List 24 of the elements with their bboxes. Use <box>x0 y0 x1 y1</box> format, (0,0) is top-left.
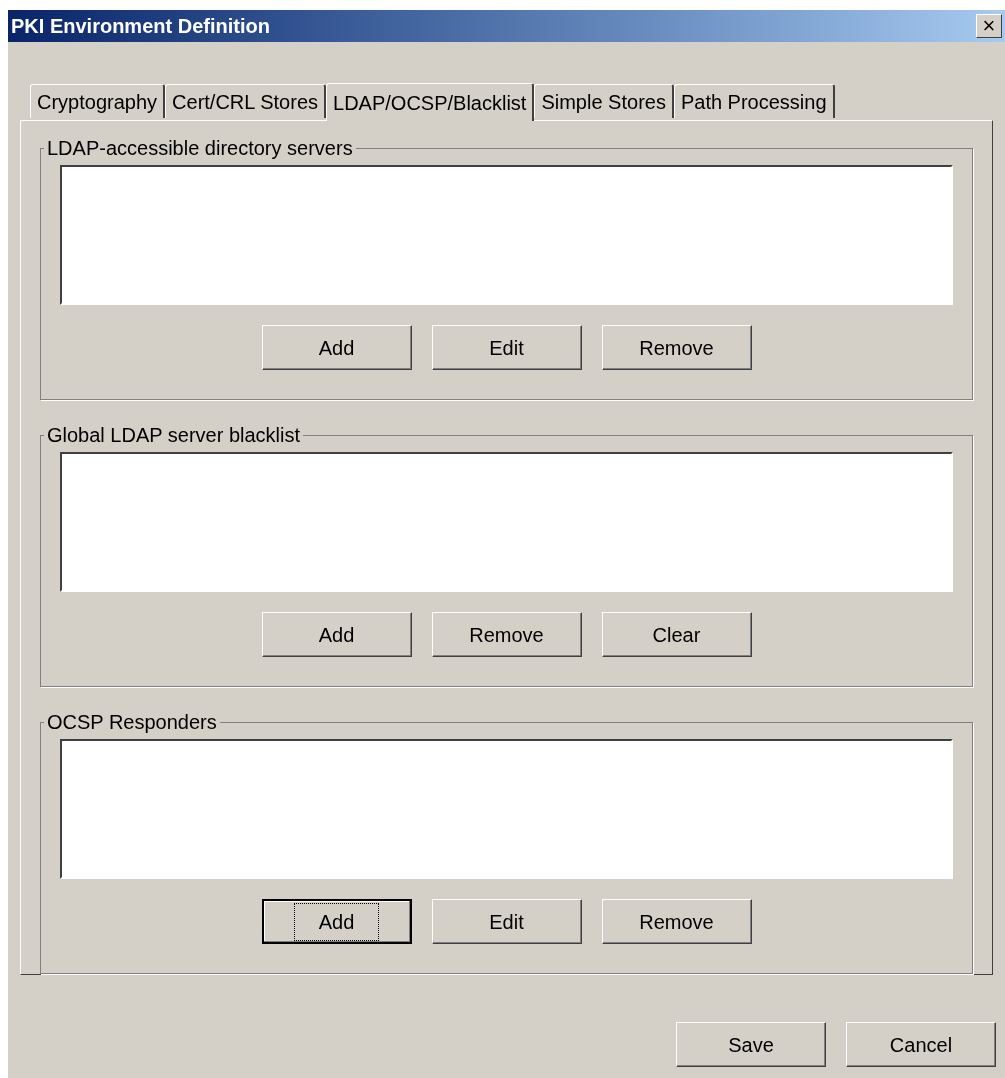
dialog-button[interactable]: Add <box>261 899 412 944</box>
group-label: LDAP-accessible directory servers <box>46 136 354 161</box>
dialog-button[interactable]: Edit <box>431 899 582 944</box>
dialog-button[interactable]: Add <box>261 612 412 657</box>
dialog-button[interactable]: Cancel <box>846 1022 996 1067</box>
dialog-button[interactable]: Remove <box>601 325 752 370</box>
dialog-button[interactable]: Clear <box>601 612 752 657</box>
group-label: OCSP Responders <box>46 710 218 735</box>
list-box[interactable] <box>60 165 953 305</box>
tab[interactable]: Cryptography <box>30 84 166 118</box>
dialog-button[interactable]: Remove <box>431 612 582 657</box>
tab[interactable]: Simple Stores <box>534 84 674 118</box>
group-label: Global LDAP server blacklist <box>46 423 302 448</box>
dialog-button[interactable]: Edit <box>431 325 582 370</box>
tab[interactable]: LDAP/OCSP/Blacklist <box>326 83 535 121</box>
tab[interactable]: Path Processing <box>673 84 835 118</box>
dialog-button[interactable]: Add <box>261 325 412 370</box>
close-button[interactable]: × <box>976 14 1002 38</box>
list-box[interactable] <box>60 452 953 592</box>
dialog-button[interactable]: Save <box>676 1022 826 1067</box>
dialog-button[interactable]: Remove <box>601 899 752 944</box>
window-title: PKI Environment Definition <box>11 14 270 39</box>
list-box[interactable] <box>60 739 953 879</box>
tab[interactable]: Cert/CRL Stores <box>165 84 327 118</box>
